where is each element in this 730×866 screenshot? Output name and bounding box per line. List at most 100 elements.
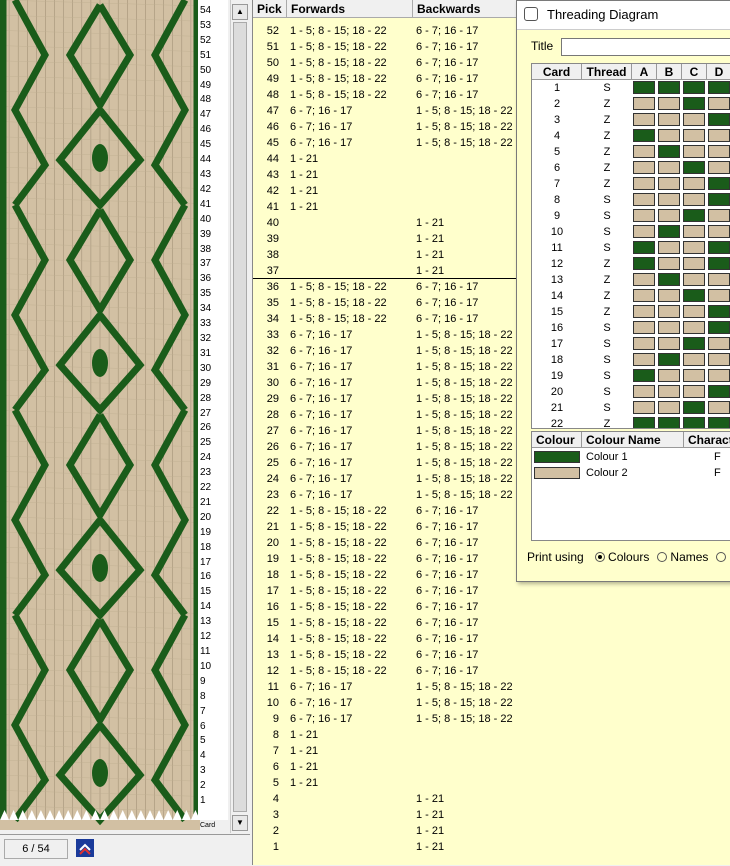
pick-row[interactable]: 7 1 - 21 <box>253 743 730 759</box>
title-input[interactable] <box>561 38 730 56</box>
hole-colour-cell[interactable] <box>708 113 730 126</box>
hole-colour-cell[interactable] <box>633 209 655 222</box>
thread-direction[interactable]: Z <box>582 288 632 304</box>
hole-colour-cell[interactable] <box>658 305 680 318</box>
hole-colour-cell[interactable] <box>683 353 705 366</box>
pick-row[interactable]: 6 1 - 21 <box>253 759 730 775</box>
hole-colour-cell[interactable] <box>633 241 655 254</box>
card-row[interactable]: 9S <box>532 208 730 224</box>
hole-colour-cell[interactable] <box>658 385 680 398</box>
thread-direction[interactable]: Z <box>582 96 632 112</box>
hole-colour-cell[interactable] <box>683 257 705 270</box>
hole-colour-cell[interactable] <box>658 161 680 174</box>
card-col-header[interactable]: C <box>682 64 707 80</box>
hole-colour-cell[interactable] <box>683 113 705 126</box>
thread-direction[interactable]: Z <box>582 160 632 176</box>
col-header-character[interactable]: Charact <box>684 432 730 448</box>
thread-direction[interactable]: S <box>582 192 632 208</box>
thread-direction[interactable]: S <box>582 400 632 416</box>
hole-colour-cell[interactable] <box>658 369 680 382</box>
hole-colour-cell[interactable] <box>633 417 655 428</box>
hole-colour-cell[interactable] <box>683 321 705 334</box>
print-option-radio[interactable] <box>595 552 606 562</box>
hole-colour-cell[interactable] <box>683 273 705 286</box>
hole-colour-cell[interactable] <box>633 289 655 302</box>
pick-row[interactable]: 4 1 - 21 <box>253 791 730 807</box>
thread-direction[interactable]: S <box>582 320 632 336</box>
thread-direction[interactable]: S <box>582 80 632 96</box>
thread-direction[interactable]: Z <box>582 304 632 320</box>
card-col-header[interactable]: B <box>657 64 682 80</box>
hole-colour-cell[interactable] <box>683 417 705 428</box>
hole-colour-cell[interactable] <box>633 369 655 382</box>
hole-colour-cell[interactable] <box>708 401 730 414</box>
hole-colour-cell[interactable] <box>708 81 730 94</box>
card-row[interactable]: 11 S <box>532 240 730 256</box>
card-row[interactable]: 4Z <box>532 128 730 144</box>
pick-row[interactable]: 10 6 - 7; 16 - 17 1 - 5; 8 - 15; 18 - 22 <box>253 695 730 711</box>
colour-swatch[interactable] <box>534 467 580 479</box>
hole-colour-cell[interactable] <box>683 193 705 206</box>
hole-colour-cell[interactable] <box>708 241 730 254</box>
card-row[interactable]: 10 S <box>532 224 730 240</box>
hole-colour-cell[interactable] <box>633 225 655 238</box>
pick-row[interactable]: 5 1 - 21 <box>253 775 730 791</box>
hole-colour-cell[interactable] <box>658 417 680 428</box>
hole-colour-cell[interactable] <box>708 97 730 110</box>
card-col-header[interactable]: Thread <box>582 64 632 80</box>
hole-colour-cell[interactable] <box>658 353 680 366</box>
hole-colour-cell[interactable] <box>658 209 680 222</box>
hole-colour-cell[interactable] <box>683 385 705 398</box>
hole-colour-cell[interactable] <box>708 209 730 222</box>
hole-colour-cell[interactable] <box>708 193 730 206</box>
hole-colour-cell[interactable] <box>633 97 655 110</box>
thread-direction[interactable]: S <box>582 384 632 400</box>
hole-colour-cell[interactable] <box>708 225 730 238</box>
print-option-label[interactable]: Names <box>670 550 708 564</box>
thread-direction[interactable]: S <box>582 368 632 384</box>
hole-colour-cell[interactable] <box>708 177 730 190</box>
hole-colour-cell[interactable] <box>708 257 730 270</box>
col-header-pick[interactable]: Pick <box>253 0 287 18</box>
hole-colour-cell[interactable] <box>683 241 705 254</box>
card-row[interactable]: 22 Z <box>532 416 730 428</box>
colour-swatch[interactable] <box>534 451 580 463</box>
hole-colour-cell[interactable] <box>658 257 680 270</box>
hole-colour-cell[interactable] <box>708 305 730 318</box>
pattern-scrollbar[interactable]: ▲ ▼ <box>230 0 249 833</box>
card-row[interactable]: 13 Z <box>532 272 730 288</box>
hole-colour-cell[interactable] <box>708 369 730 382</box>
hole-colour-cell[interactable] <box>708 273 730 286</box>
hole-colour-cell[interactable] <box>683 161 705 174</box>
hole-colour-cell[interactable] <box>633 257 655 270</box>
card-row[interactable]: 1S <box>532 80 730 96</box>
hole-colour-cell[interactable] <box>658 97 680 110</box>
thread-direction[interactable]: Z <box>582 128 632 144</box>
hole-colour-cell[interactable] <box>683 129 705 142</box>
card-row[interactable]: 5Z <box>532 144 730 160</box>
thread-direction[interactable]: S <box>582 208 632 224</box>
hole-colour-cell[interactable] <box>633 177 655 190</box>
hole-colour-cell[interactable] <box>683 177 705 190</box>
hole-colour-cell[interactable] <box>708 289 730 302</box>
thread-direction[interactable]: Z <box>582 416 632 428</box>
card-row[interactable]: 12 Z <box>532 256 730 272</box>
hole-colour-cell[interactable] <box>633 145 655 158</box>
card-row[interactable]: 20 S <box>532 384 730 400</box>
card-col-header[interactable]: D <box>707 64 730 80</box>
hole-colour-cell[interactable] <box>633 401 655 414</box>
card-row[interactable]: 15 Z <box>532 304 730 320</box>
card-row[interactable]: 6Z <box>532 160 730 176</box>
card-row[interactable]: 17 S <box>532 336 730 352</box>
hole-colour-cell[interactable] <box>658 289 680 302</box>
hole-colour-cell[interactable] <box>658 401 680 414</box>
colour-row[interactable]: Colour 2 F <box>532 465 730 481</box>
thread-direction[interactable]: S <box>582 336 632 352</box>
hole-colour-cell[interactable] <box>658 129 680 142</box>
print-option-radio[interactable] <box>657 552 668 562</box>
threading-diagram-dialog[interactable]: Threading Diagram Title Card Thread A B C D 1… <box>516 0 730 582</box>
hole-colour-cell[interactable] <box>633 113 655 126</box>
pick-row[interactable]: 1 1 - 21 <box>253 839 730 855</box>
card-row[interactable]: 7Z <box>532 176 730 192</box>
hole-colour-cell[interactable] <box>633 321 655 334</box>
